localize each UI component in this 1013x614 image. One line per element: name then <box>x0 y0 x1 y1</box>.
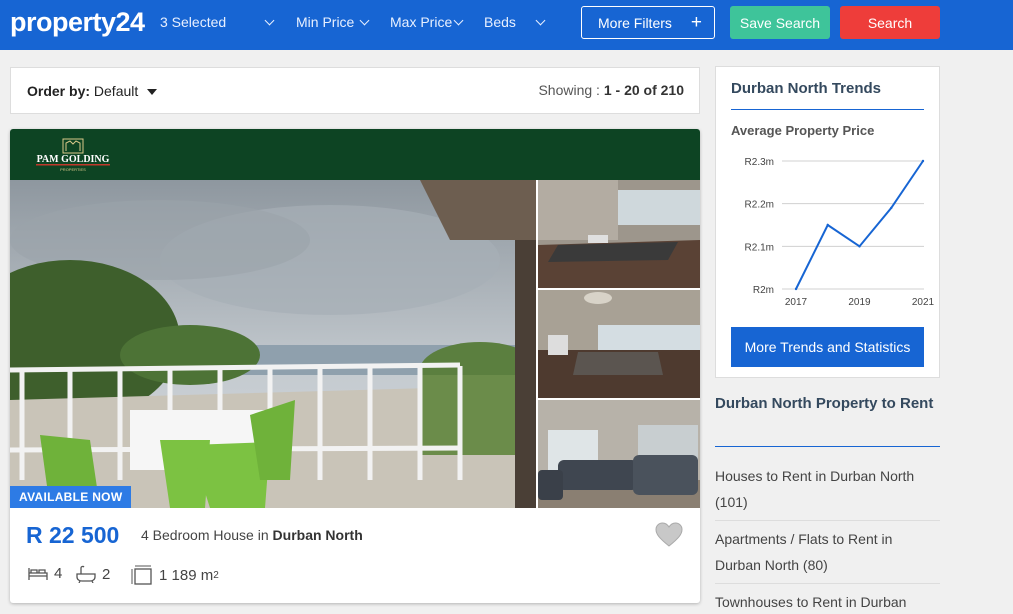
bedrooms-feature: 4 <box>28 565 62 582</box>
x-tick-label: 2017 <box>785 297 808 308</box>
kitchen-photo-image <box>538 290 700 398</box>
min-price-filter[interactable]: Min Price <box>296 14 354 30</box>
trends-divider <box>731 109 924 110</box>
listing-title-type: 4 Bedroom House in <box>141 527 269 543</box>
listing-card[interactable]: PAM GOLDING PROPERTIES AVAILABLE NOW R 2… <box>10 129 700 603</box>
x-tick-label: 2019 <box>848 297 871 308</box>
results-count: Showing : 1 - 20 of 210 <box>538 82 684 98</box>
bed-icon <box>28 567 48 580</box>
floor-size-feature: 1 189 m2 <box>131 565 219 585</box>
floor-size-unit-sup: 2 <box>213 569 219 581</box>
y-tick-label: R2.1m <box>745 242 774 253</box>
chevron-down-icon[interactable] <box>535 15 546 26</box>
bath-icon <box>76 565 96 583</box>
y-tick-label: R2.2m <box>745 200 774 211</box>
agency-banner: PAM GOLDING PROPERTIES <box>10 129 700 180</box>
chevron-down-icon[interactable] <box>264 15 275 26</box>
order-by-label: Order by: <box>27 83 91 99</box>
showing-range: 1 - 20 of 210 <box>603 82 684 98</box>
favourite-heart-icon[interactable] <box>655 522 683 548</box>
price-data-point <box>794 287 798 291</box>
listing-title[interactable]: 4 Bedroom House in Durban North <box>141 527 363 543</box>
floor-size-value: 1 189 m <box>159 566 214 584</box>
caret-down-icon[interactable] <box>147 89 157 95</box>
availability-badge: AVAILABLE NOW <box>10 486 132 508</box>
lounge-photo-image <box>538 400 700 508</box>
rent-link-houses[interactable]: Houses to Rent in Durban North (101) <box>715 463 940 515</box>
order-by-value: Default <box>93 83 139 99</box>
bathrooms-feature: 2 <box>76 565 110 583</box>
more-filters-label: More Filters <box>598 14 672 31</box>
search-button[interactable]: Search <box>840 6 940 39</box>
price-series-line <box>795 160 924 290</box>
agency-name: PAM GOLDING <box>37 154 110 165</box>
more-trends-button[interactable]: More Trends and Statistics <box>731 327 924 367</box>
balcony-photo-image <box>10 180 536 508</box>
agency-logo: PAM GOLDING PROPERTIES <box>36 138 110 172</box>
bedrooms-count: 4 <box>54 565 63 582</box>
price-data-point <box>826 223 829 227</box>
chevron-down-icon[interactable] <box>453 15 464 26</box>
x-tick-label: 2021 <box>912 297 935 308</box>
top-nav-bar: property24 3 Selected Min Price Max Pric… <box>0 0 1013 50</box>
chevron-down-icon[interactable] <box>359 15 370 26</box>
order-by-dropdown[interactable]: Order by: Default <box>27 83 138 99</box>
max-price-filter[interactable]: Max Price <box>390 14 452 30</box>
main-photo[interactable] <box>10 180 536 508</box>
more-filters-button[interactable]: More Filters + <box>581 6 715 39</box>
average-price-chart: R2.3m R2.2m R2.1m R2m 2017 2019 2021 <box>745 157 935 308</box>
rent-link-separator <box>715 520 940 521</box>
rent-link-townhouses[interactable]: Townhouses to Rent in Durban <box>715 589 940 614</box>
trends-title: Durban North Trends <box>731 80 882 97</box>
kitchen-photo-2[interactable] <box>538 290 700 398</box>
rent-divider <box>715 446 940 447</box>
beds-filter[interactable]: Beds <box>484 14 516 30</box>
average-price-label: Average Property Price <box>731 123 875 138</box>
rent-link-apartments[interactable]: Apartments / Flats to Rent in Durban Nor… <box>715 526 940 578</box>
price-data-point <box>858 245 861 248</box>
showing-label: Showing : <box>538 82 600 98</box>
save-search-button[interactable]: Save Search <box>730 6 830 39</box>
trends-panel: Durban North Trends Average Property Pri… <box>715 66 940 378</box>
floor-size-icon <box>131 565 152 585</box>
site-logo[interactable]: property24 <box>10 7 145 38</box>
price-data-point <box>921 159 925 163</box>
agency-subname: PROPERTIES <box>60 167 86 172</box>
price-data-point <box>890 206 893 210</box>
y-tick-label: R2m <box>753 285 774 296</box>
kitchen-photo-image <box>538 180 700 288</box>
order-bar: Order by: Default Showing : 1 - 20 of 21… <box>10 67 700 114</box>
bathrooms-count: 2 <box>102 565 111 583</box>
lounge-photo[interactable] <box>538 400 700 508</box>
listing-title-location: Durban North <box>272 527 363 543</box>
y-tick-label: R2.3m <box>745 157 774 168</box>
plus-icon: + <box>690 12 702 33</box>
rent-link-separator <box>715 583 940 584</box>
kitchen-photo-1[interactable] <box>538 180 700 288</box>
property-type-filter[interactable]: 3 Selected <box>160 14 226 30</box>
listing-price: R 22 500 <box>26 522 120 548</box>
rent-section-title: Durban North Property to Rent <box>715 395 934 412</box>
